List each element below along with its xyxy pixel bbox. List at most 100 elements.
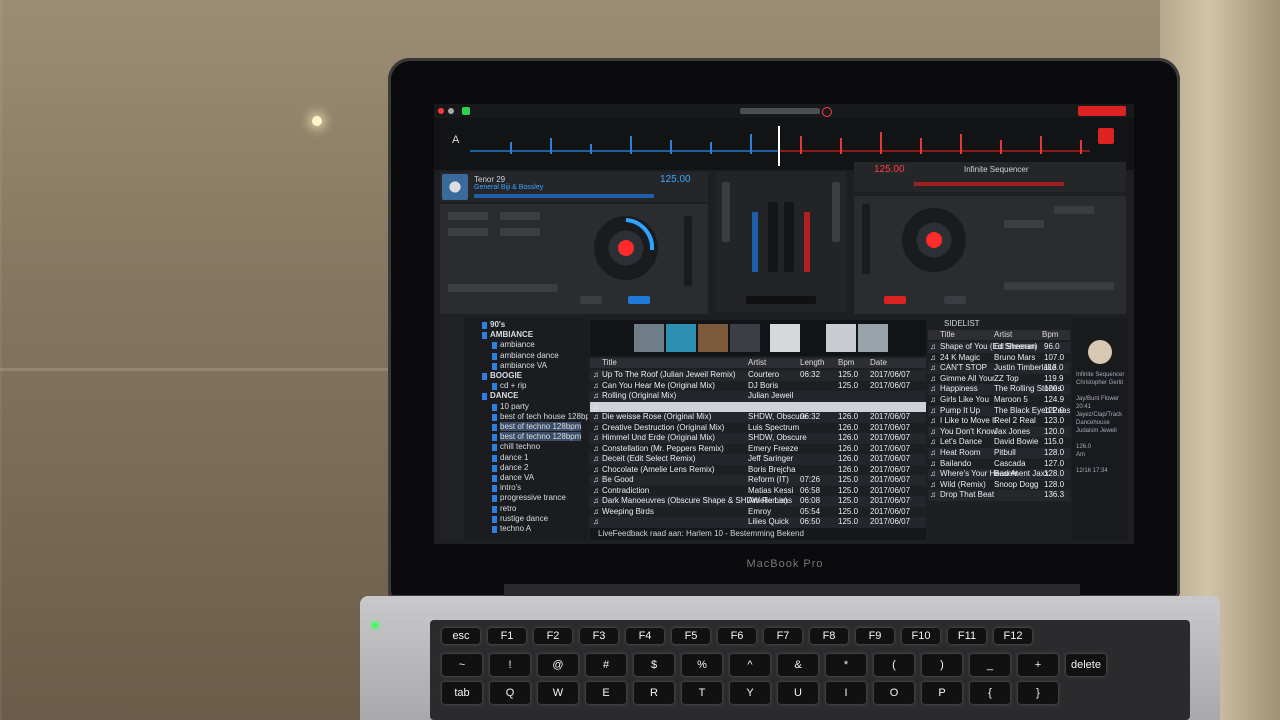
sidelist-row[interactable]: 24 K Magic Bruno Mars 107.0 ♫	[928, 353, 1070, 364]
deck-a-jogwheel[interactable]	[594, 216, 658, 280]
keyboard-key[interactable]: F4	[626, 628, 664, 644]
crossfader[interactable]	[746, 296, 816, 304]
folder-item[interactable]: retro	[500, 504, 516, 513]
folder-item[interactable]: 90's	[490, 320, 505, 329]
sidelist-row[interactable]: Girls Like You Maroon 5 124.9 ♫	[928, 395, 1070, 406]
folder-item[interactable]: cd + rip	[500, 381, 526, 390]
folder-item[interactable]: ambiance dance	[500, 351, 559, 360]
cover-thumb[interactable]	[770, 324, 800, 352]
track-row[interactable]: Rolling (Original Mix) Julian Jeweil ♫	[590, 391, 926, 402]
keyboard-key[interactable]: Q	[490, 682, 530, 704]
cover-thumb[interactable]	[730, 324, 760, 352]
deck-a-mini-waveform[interactable]	[474, 194, 654, 198]
col-artist[interactable]: Artist	[748, 358, 766, 367]
sidelist-col-title[interactable]: Title	[940, 330, 955, 339]
folder-item[interactable]: dance 2	[500, 463, 528, 472]
sidelist-row[interactable]: You Don't Know Jax Jones 120.0 ♫	[928, 426, 1070, 438]
keyboard-key[interactable]: F1	[488, 628, 526, 644]
keyboard-key[interactable]: ^	[730, 654, 770, 676]
keyboard-key[interactable]: F8	[810, 628, 848, 644]
record-icon[interactable]	[462, 107, 470, 115]
col-length[interactable]: Length	[800, 358, 824, 367]
keyboard-key[interactable]: F7	[764, 628, 802, 644]
keyboard-key[interactable]: R	[634, 682, 674, 704]
deck-a-cue-button[interactable]	[500, 228, 540, 236]
sidelist-row[interactable]: Bailando Cascada 127.0 ♫	[928, 459, 1070, 470]
eq-left[interactable]	[722, 182, 730, 242]
track-row[interactable]: Dark Manoeuvres (Obscure Shape & SHDW Re…	[590, 496, 926, 507]
deck-a-pitch-slider[interactable]	[684, 216, 692, 286]
track-row[interactable]: Creative Destruction (Original Mix) Luis …	[590, 423, 926, 434]
sidelist-row[interactable]: Wild (Remix) Snoop Dogg 128.0 ♫	[928, 480, 1070, 491]
keyboard-key[interactable]: P	[922, 682, 962, 704]
keyboard-key[interactable]: }	[1018, 682, 1058, 704]
folder-item[interactable]: ambiance	[500, 340, 535, 349]
cover-thumb[interactable]	[634, 324, 664, 352]
deck-b-mini-waveform[interactable]	[914, 182, 1064, 186]
folder-item[interactable]: BOOGIE	[490, 371, 522, 380]
keyboard-key[interactable]: W	[538, 682, 578, 704]
track-row[interactable]: ♫	[590, 401, 926, 412]
deck-b-sync-button[interactable]	[944, 296, 966, 304]
deck-a-sync-button[interactable]	[628, 296, 650, 304]
keyboard-key[interactable]: +	[1018, 654, 1058, 676]
keyboard-key[interactable]: Y	[730, 682, 770, 704]
deck-b-pads[interactable]	[1004, 282, 1114, 290]
folder-item[interactable]: techno A	[500, 524, 531, 533]
keyboard-key[interactable]: @	[538, 654, 578, 676]
close-icon[interactable]	[438, 108, 444, 114]
cover-thumb[interactable]	[826, 324, 856, 352]
deck-b-cover-button[interactable]	[1098, 128, 1114, 144]
keyboard-key[interactable]: F12	[994, 628, 1032, 644]
deck-b-play-button[interactable]	[884, 296, 906, 304]
sidelist-row[interactable]: Shape of You (Ed Sheeran) Ed Sheeran 96.0 ♫	[928, 342, 1070, 353]
keyboard-key[interactable]: F9	[856, 628, 894, 644]
deck-b-fx-button[interactable]	[1004, 220, 1044, 228]
deck-b-pitch-slider[interactable]	[862, 204, 870, 274]
folder-item[interactable]: dance VA	[500, 473, 534, 482]
keyboard-key[interactable]: F3	[580, 628, 618, 644]
col-date[interactable]: Date	[870, 358, 887, 367]
folder-item[interactable]: progressive trance	[500, 493, 566, 502]
track-row[interactable]: Chocolate (Amelie Lens Remix) Boris Brejc…	[590, 465, 926, 476]
deck-a-pads[interactable]	[448, 284, 558, 292]
keyboard-key[interactable]: E	[586, 682, 626, 704]
keyboard-key[interactable]: ~	[442, 654, 482, 676]
folder-item[interactable]: DANCE	[490, 391, 518, 400]
sidelist-row[interactable]: Gimme All Your ZZ Top 119.9 ♫	[928, 374, 1070, 385]
sidelist-row[interactable]: Happiness The Rolling Stones 120.0 ♫	[928, 384, 1070, 395]
deck-a-loop-button[interactable]	[448, 212, 488, 220]
deck-b-jogwheel[interactable]	[902, 208, 966, 272]
keyboard-key[interactable]: U	[778, 682, 818, 704]
folder-item[interactable]: best of techno 128bpm	[500, 432, 582, 442]
keyboard-key[interactable]: #	[586, 654, 626, 676]
folder-item[interactable]: ambiance VA	[500, 361, 547, 370]
track-row[interactable]: Lilies Quick 06:50 125.0 2017/06/07 ♫	[590, 517, 926, 528]
folder-item[interactable]: AMBIANCE	[490, 330, 533, 339]
deck-a-sampler-button[interactable]	[448, 228, 488, 236]
waveform-graph[interactable]	[470, 126, 1090, 166]
keyboard-key[interactable]: esc	[442, 628, 480, 644]
keyboard-key[interactable]: F11	[948, 628, 986, 644]
folder-item[interactable]: best of techno 128bpm	[500, 422, 582, 431]
sidelist-row[interactable]: Let's Dance David Bowie 115.0 ♫	[928, 437, 1070, 448]
sidelist-row[interactable]: I Like to Move It Reel 2 Real 123.0 ♫	[928, 416, 1070, 427]
track-row[interactable]: Constellation (Mr. Peppers Remix) Emery F…	[590, 444, 926, 455]
volume-fader-a[interactable]	[768, 202, 778, 272]
track-row[interactable]: Up To The Roof (Julian Jeweil Remix) Cour…	[590, 370, 926, 381]
cover-thumb[interactable]	[858, 324, 888, 352]
keyboard-key[interactable]: F2	[534, 628, 572, 644]
track-row[interactable]: Weeping Birds Emroy 05:54 125.0 2017/06/07 ♫	[590, 507, 926, 518]
deck-b-loop-button[interactable]	[1054, 206, 1094, 214]
folder-item[interactable]: best of tech house 128bpm	[500, 412, 588, 421]
col-title[interactable]: Title	[602, 358, 617, 367]
keyboard-key[interactable]: (	[874, 654, 914, 676]
folder-item[interactable]: rustige dance	[500, 514, 548, 523]
track-row[interactable]: Can You Hear Me (Original Mix) DJ Boris 12…	[590, 381, 926, 392]
deck-a-play-button[interactable]	[580, 296, 602, 304]
folder-item[interactable]: dance 1	[500, 453, 528, 462]
rec-circle-icon[interactable]	[822, 107, 832, 117]
keyboard-key[interactable]: F5	[672, 628, 710, 644]
keyboard-key[interactable]: delete	[1066, 654, 1106, 676]
sidelist-row[interactable]: Heat Room Pitbull 128.0 ♫	[928, 448, 1070, 459]
